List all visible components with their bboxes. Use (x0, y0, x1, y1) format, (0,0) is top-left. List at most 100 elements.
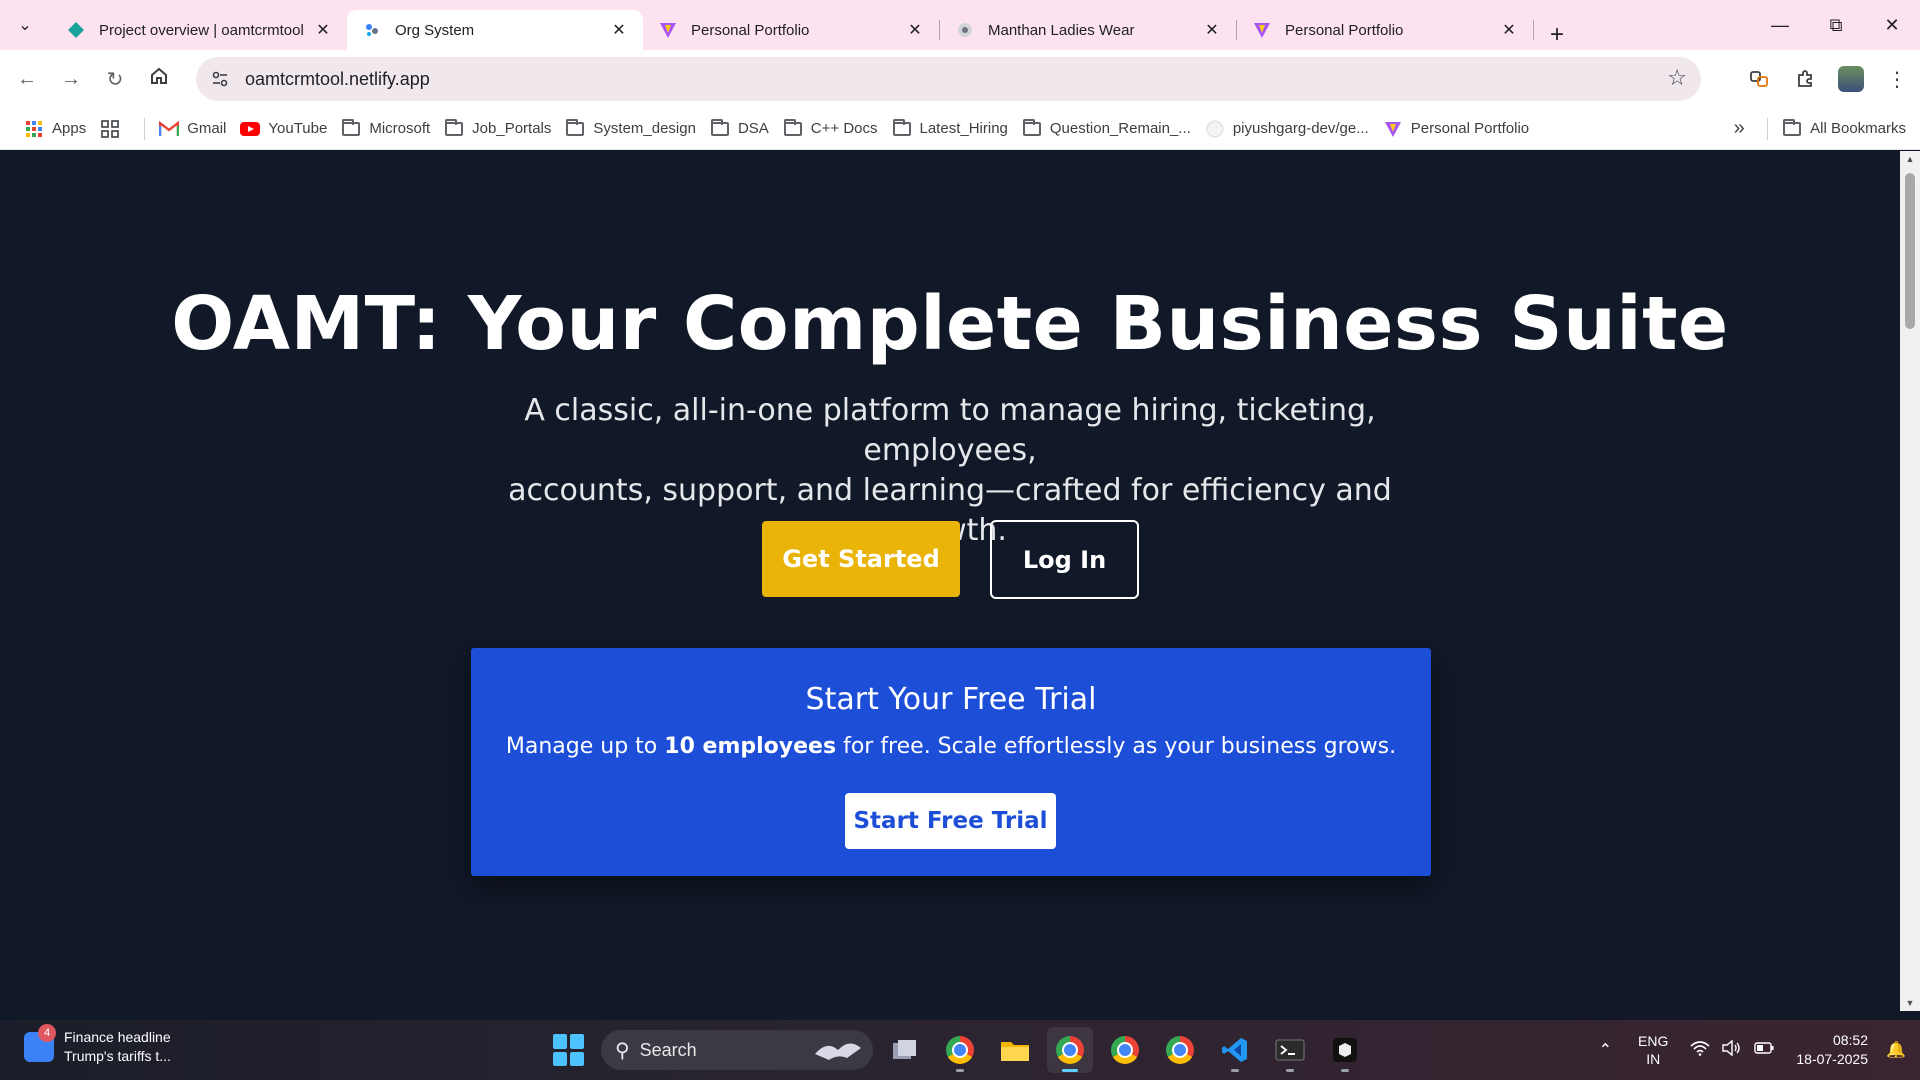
hero-title: OAMT: Your Complete Business Suite (171, 281, 1729, 367)
toolbar-actions: ⋮ (1736, 50, 1920, 108)
start-free-trial-button[interactable]: Start Free Trial (845, 793, 1056, 849)
tab-list: Project overview | oamtcrmtool ✕ Org Sys… (51, 0, 1572, 50)
chrome-profile-2-icon[interactable] (1102, 1027, 1148, 1073)
bookmark-label: Latest_Hiring (919, 120, 1008, 137)
news-text: Finance headline Trump's tariffs t... (64, 1028, 171, 1066)
chrome-active-icon[interactable] (1047, 1027, 1093, 1073)
home-button[interactable] (137, 57, 181, 101)
bookmark-folder-dsa[interactable]: DSA (704, 114, 775, 144)
more-menu-icon[interactable]: ⋮ (1874, 56, 1920, 102)
extensions-icon[interactable] (1782, 56, 1828, 102)
bookmark-divider (144, 117, 146, 140)
file-explorer-icon[interactable] (992, 1027, 1038, 1073)
close-icon[interactable]: ✕ (1202, 20, 1222, 40)
trial-desc-text: Manage up to (505, 734, 665, 759)
clock[interactable]: 08:52 18-07-2025 (1796, 1031, 1868, 1069)
bookmark-folder-system-design[interactable]: System_design (559, 114, 702, 144)
bookmark-divider (1767, 117, 1769, 140)
all-bookmarks-button[interactable]: All Bookmarks (1776, 114, 1912, 144)
scroll-up-icon[interactable]: ▲ (1900, 151, 1920, 167)
folder-icon (1782, 118, 1802, 138)
scrollbar-thumb[interactable] (1905, 173, 1915, 329)
language-indicator[interactable]: ENG IN (1638, 1032, 1668, 1068)
bookmark-personal-portfolio[interactable]: Personal Portfolio (1377, 114, 1535, 144)
minimize-button[interactable]: — (1752, 0, 1808, 50)
reload-button[interactable]: ↻ (93, 57, 137, 101)
vscode-icon[interactable] (1212, 1027, 1258, 1073)
trial-desc-highlight: 10 employees (664, 734, 837, 759)
new-tab-button[interactable]: + (1542, 20, 1572, 50)
bookmark-label: Apps (52, 120, 87, 137)
free-trial-card: Start Your Free Trial Manage up to 10 em… (471, 648, 1431, 876)
restore-icon: ⧉ (1829, 14, 1843, 35)
site-info-icon[interactable] (203, 62, 237, 96)
more-bookmarks-icon[interactable]: » (1719, 117, 1759, 140)
gmail-icon (159, 120, 180, 138)
bookmark-folder-question-remain[interactable]: Question_Remain_... (1016, 114, 1197, 144)
folder-icon (783, 118, 803, 138)
bookmark-youtube[interactable]: YouTube (234, 114, 333, 144)
bookmark-gmail[interactable]: Gmail (153, 114, 232, 144)
plus-icon: + (1549, 21, 1564, 48)
vite-icon (1253, 21, 1271, 39)
vite-icon (659, 21, 677, 39)
chrome-profile-g-icon[interactable] (937, 1027, 983, 1073)
close-icon[interactable]: ✕ (1499, 20, 1519, 40)
search-highlight-icon (815, 1043, 861, 1060)
dark-app-icon[interactable] (1322, 1027, 1368, 1073)
close-window-button[interactable]: ✕ (1864, 0, 1920, 50)
page-scrollbar[interactable]: ▲ ▼ (1900, 151, 1920, 1011)
bookmark-folder-microsoft[interactable]: Microsoft (335, 114, 436, 144)
windows-start-icon[interactable] (553, 1034, 585, 1066)
close-icon[interactable]: ✕ (313, 20, 333, 40)
address-bar[interactable]: oamtcrmtool.netlify.app ☆ (196, 57, 1701, 101)
battery-icon[interactable] (1754, 1040, 1774, 1060)
tab-personal-portfolio[interactable]: Personal Portfolio ✕ (643, 10, 939, 50)
org-system-icon (363, 21, 381, 39)
restore-button[interactable]: ⧉ (1808, 0, 1864, 50)
trial-desc-text: for free. Scale effortlessly as your bus… (836, 734, 1397, 759)
tab-manthan-ladies-wear[interactable]: Manthan Ladies Wear ✕ (940, 10, 1236, 50)
wifi-icon[interactable] (1690, 1040, 1710, 1061)
log-in-button[interactable]: Log In (990, 520, 1139, 599)
scroll-down-icon[interactable]: ▼ (1900, 995, 1920, 1011)
bookmark-label: Personal Portfolio (1410, 120, 1530, 137)
task-view-icon[interactable] (882, 1027, 928, 1073)
hero-subtitle-line: A classic, all-in-one platform to manage… (524, 393, 1376, 468)
apps-grid-icon (24, 120, 44, 138)
chevron-down-icon: ⌄ (18, 17, 32, 34)
tab-project-overview[interactable]: Project overview | oamtcrmtool ✕ (51, 10, 347, 50)
bookmark-label: Microsoft (369, 120, 431, 137)
close-icon[interactable]: ✕ (905, 20, 925, 40)
back-button[interactable]: ← (5, 57, 49, 101)
arrow-left-icon: ← (17, 67, 37, 90)
tab-title: Project overview | oamtcrmtool (99, 21, 304, 39)
tab-search-button[interactable]: ⌄ (9, 9, 41, 41)
bookmark-label: System_design (593, 120, 696, 137)
close-icon[interactable]: ✕ (609, 20, 629, 40)
bookmark-folder-cpp-docs[interactable]: C++ Docs (777, 114, 884, 144)
volume-icon[interactable] (1722, 1039, 1742, 1061)
bookmark-folder-job-portals[interactable]: Job_Portals (438, 114, 557, 144)
tab-groups-icon (100, 119, 120, 138)
chrome-profile-3-icon[interactable] (1157, 1027, 1203, 1073)
translate-icon[interactable] (1736, 56, 1782, 102)
forward-button[interactable]: → (49, 57, 93, 101)
minimize-icon: — (1771, 14, 1789, 35)
lang-line: IN (1646, 1051, 1661, 1067)
notification-bell-icon[interactable]: 🔔 (1886, 1040, 1906, 1060)
vite-icon (1383, 120, 1403, 138)
tab-personal-portfolio-2[interactable]: Personal Portfolio ✕ (1237, 10, 1533, 50)
show-hidden-icons[interactable]: ⌃ (1599, 1040, 1612, 1060)
news-widget[interactable]: 4 Finance headline Trump's tariffs t... (24, 1024, 171, 1066)
terminal-icon[interactable] (1267, 1027, 1313, 1073)
bookmark-tab-groups[interactable] (94, 114, 134, 144)
profile-avatar[interactable] (1838, 66, 1864, 92)
bookmark-apps[interactable]: Apps (18, 114, 92, 144)
tab-org-system[interactable]: Org System ✕ (347, 10, 643, 50)
bookmark-github[interactable]: piyushgarg-dev/ge... (1199, 114, 1375, 144)
bookmark-star-icon[interactable]: ☆ (1667, 67, 1687, 89)
get-started-button[interactable]: Get Started (762, 521, 960, 597)
bookmark-folder-latest-hiring[interactable]: Latest_Hiring (886, 114, 1014, 144)
taskbar-search[interactable]: ⚲ Search (601, 1030, 873, 1070)
